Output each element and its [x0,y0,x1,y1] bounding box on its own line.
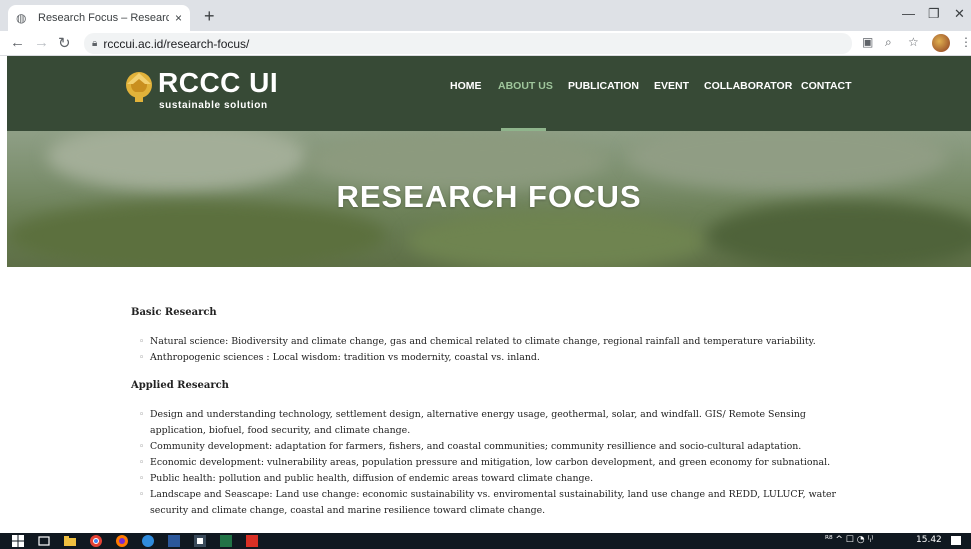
reload-icon[interactable]: ↻ [58,34,71,52]
back-icon[interactable]: ← [10,34,25,51]
logo-subtitle: sustainable solution [159,100,268,111]
browser-tabstrip: ◍ Research Focus – Research Cente × + — … [0,0,971,31]
nav-contact[interactable]: CONTACT [801,80,852,92]
zoom-icon[interactable]: ⌕ [885,35,892,50]
applied-research-list: Design and understanding technology, set… [131,407,851,519]
url-text[interactable]: rcccui.ac.id/research-focus/ [103,37,249,51]
menu-icon[interactable]: ⋮ [960,35,971,49]
site-header: RCCC UI sustainable solution HOME ABOUT … [7,56,971,131]
file-explorer-icon[interactable] [64,535,76,547]
star-icon[interactable]: ☆ [908,35,919,49]
hero-bg-blob [407,211,707,267]
pdf-reader-icon[interactable] [246,535,258,547]
clock[interactable]: 15.42 [916,535,942,545]
lock-icon: 🔒︎ [92,38,98,49]
close-window-icon[interactable]: ✕ [954,6,965,22]
main-content: Basic Research Natural science: Biodiver… [131,307,851,529]
list-item: Natural science: Biodiversity and climat… [131,334,851,350]
nav-publication[interactable]: PUBLICATION [568,80,639,92]
new-tab-button[interactable]: + [204,6,215,27]
nav-collaborator[interactable]: COLLABORATOR [704,80,792,92]
word-icon[interactable] [168,535,180,547]
restore-icon[interactable]: ❐ [928,6,940,22]
excel-icon[interactable] [220,535,232,547]
nav-event[interactable]: EVENT [654,80,689,92]
tab-title: Research Focus – Research Cente [38,12,169,24]
notification-icon[interactable] [950,535,962,547]
firefox-icon[interactable] [116,535,128,547]
minimize-icon[interactable]: — [902,6,915,21]
list-item: Landscape and Seascape: Land use change:… [131,487,851,519]
hero-banner: RESEARCH FOCUS [7,131,971,267]
browser-tab[interactable]: ◍ Research Focus – Research Cente × [8,5,190,31]
browser-toolbar: ← → ↻ 🔒︎ rcccui.ac.id/research-focus/ ▣ … [0,31,971,56]
globe-icon: ◍ [16,11,27,25]
list-item: Public health: pollution and public heal… [131,471,851,487]
list-item: Design and understanding technology, set… [131,407,851,439]
logo-title[interactable]: RCCC UI [158,67,278,99]
task-view-icon[interactable] [38,535,50,547]
windows-taskbar: ᴿ⁸ ^ ☐ ◔ ⁽ᵢ⁾ 15.42 [0,533,971,549]
profile-avatar[interactable] [932,34,950,52]
forward-icon[interactable]: → [34,34,49,51]
app-icon[interactable] [194,535,206,547]
address-bar[interactable]: 🔒︎ rcccui.ac.id/research-focus/ [84,33,852,54]
system-tray[interactable]: ᴿ⁸ ^ ☐ ◔ ⁽ᵢ⁾ [825,535,873,545]
basic-research-heading: Basic Research [131,307,217,318]
list-item: Economic development: vulnerability area… [131,455,851,471]
nav-about-us[interactable]: ABOUT US [498,80,553,92]
makara-logo-icon[interactable] [121,70,157,104]
basic-research-list: Natural science: Biodiversity and climat… [131,334,851,366]
page-title: RESEARCH FOCUS [336,179,642,214]
browser-app-icon[interactable] [142,535,154,547]
windows-start-icon[interactable] [12,535,24,547]
tab-close-icon[interactable]: × [175,11,182,25]
translate-icon[interactable]: ▣ [862,35,873,49]
nav-home[interactable]: HOME [450,80,482,92]
applied-research-heading: Applied Research [131,380,229,391]
chrome-icon[interactable] [90,535,102,547]
list-item: Community development: adaptation for fa… [131,439,851,455]
list-item: Anthropogenic sciences : Local wisdom: t… [131,350,851,366]
